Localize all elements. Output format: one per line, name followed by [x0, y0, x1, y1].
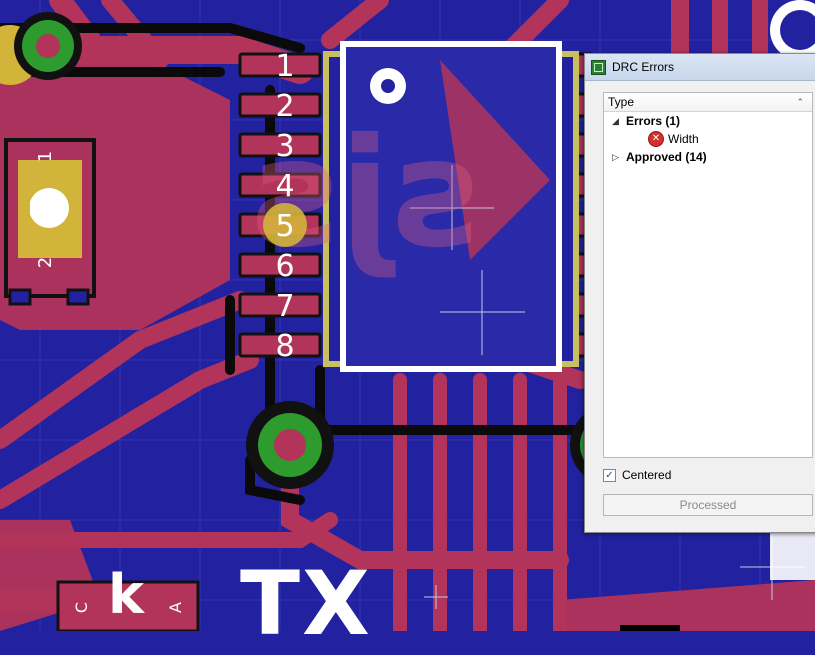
silk-cathode: C: [72, 601, 92, 614]
silk-tx-label: TX: [240, 552, 372, 655]
silk-pin-1: 1: [35, 150, 57, 163]
pin-label-2: 2: [275, 89, 295, 124]
sort-up-icon: ⌃: [796, 97, 804, 107]
pin-label-3: 3: [275, 129, 295, 164]
column-header-label: Type: [608, 95, 635, 109]
tree-node-errors[interactable]: ◢ Errors (1): [604, 112, 812, 130]
pin-label-4: 4: [275, 169, 295, 204]
expanded-triangle-icon[interactable]: ◢: [612, 112, 619, 130]
silk-k: k: [108, 563, 144, 626]
drc-title: DRC Errors: [612, 60, 674, 74]
pin-label-6: 6: [275, 249, 295, 284]
centered-checkbox-row[interactable]: ✓ Centered: [603, 468, 671, 482]
processed-button[interactable]: Processed: [603, 494, 813, 516]
drc-titlebar[interactable]: DRC Errors: [585, 54, 815, 81]
pin-label-1: 1: [275, 49, 295, 84]
drc-error-tree[interactable]: Type ⌃ ◢ Errors (1) ✕ Width ▷ Approved (…: [603, 92, 813, 458]
error-item-label: Width: [668, 132, 699, 146]
pin-label-8: 8: [275, 329, 295, 364]
pin-label-5: 5: [275, 209, 295, 244]
collapsed-triangle-icon[interactable]: ▷: [612, 148, 619, 166]
approved-label: Approved (14): [626, 150, 707, 164]
centered-label: Centered: [622, 468, 672, 482]
drc-errors-window: DRC Errors Type ⌃ ◢ Errors (1) ✕ Width ▷…: [584, 53, 815, 533]
silk-anode: A: [165, 602, 185, 613]
drc-app-icon: [591, 59, 606, 75]
tree-item-width-error[interactable]: ✕ Width: [604, 130, 812, 148]
errors-label: Errors (1): [626, 114, 681, 128]
tree-node-approved[interactable]: ▷ Approved (14): [604, 148, 812, 166]
column-header-type[interactable]: Type ⌃: [604, 93, 812, 112]
error-icon: ✕: [648, 131, 664, 147]
centered-checkbox[interactable]: ✓: [603, 468, 616, 482]
pin-label-7: 7: [275, 289, 295, 324]
silk-pin-2: 2: [35, 256, 57, 269]
